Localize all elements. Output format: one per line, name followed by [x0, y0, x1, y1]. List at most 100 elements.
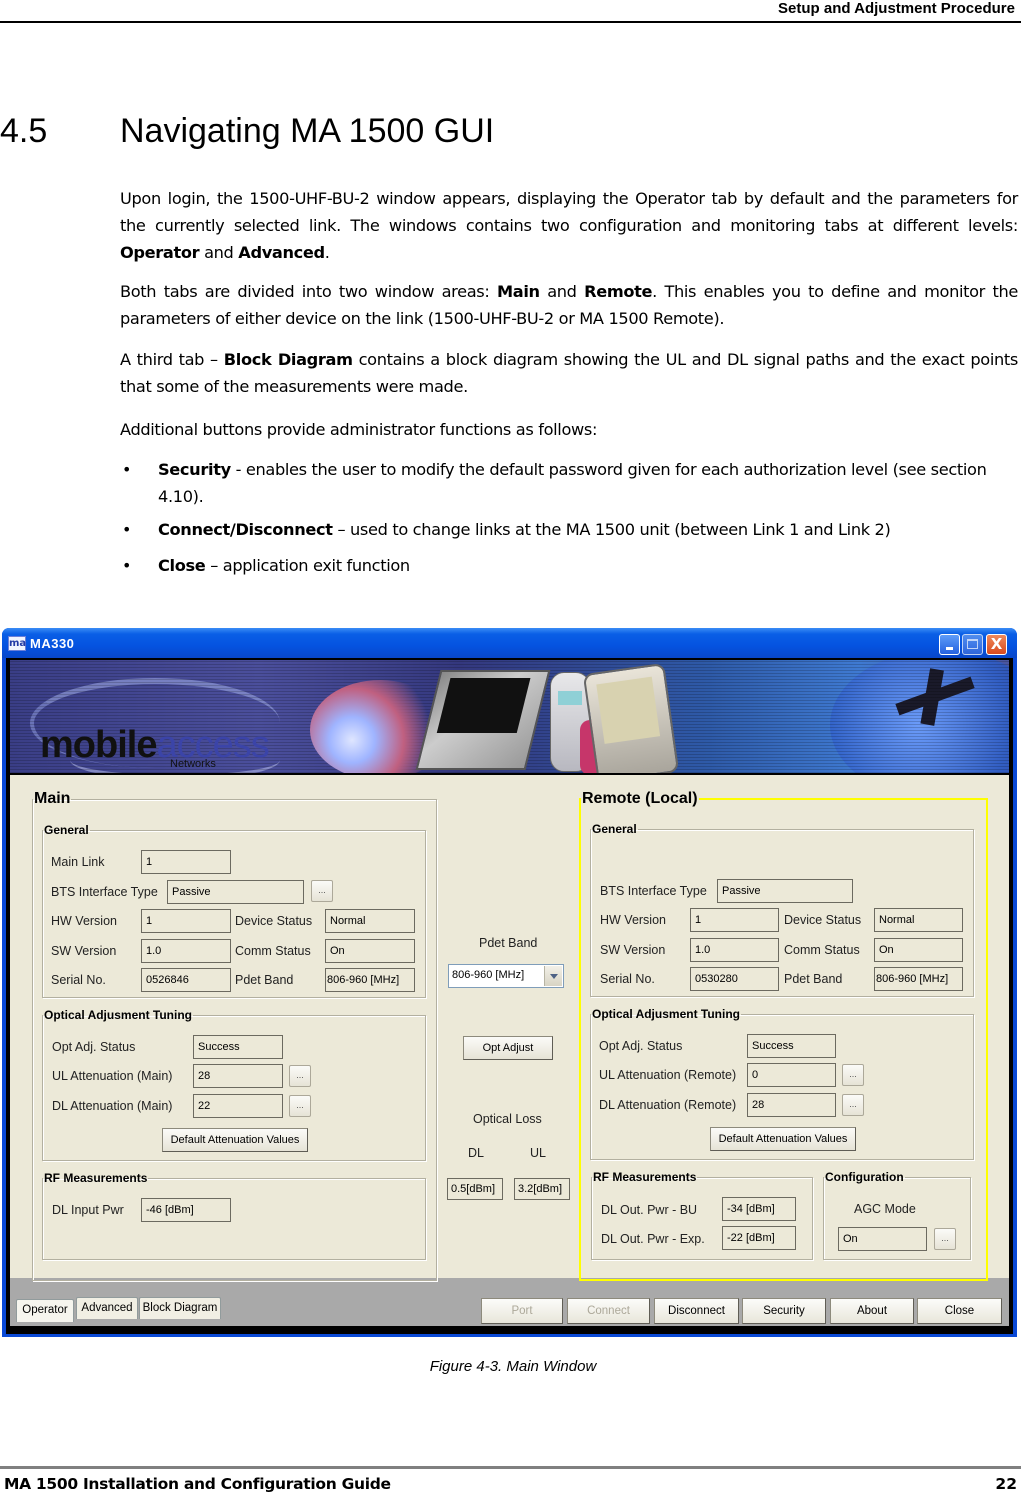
- comm-status-label: Comm Status: [235, 944, 311, 958]
- general-legend: General: [44, 823, 89, 837]
- bts-interface-label: BTS Interface Type: [51, 885, 158, 899]
- running-header: Setup and Adjustment Procedure: [778, 0, 1015, 17]
- paragraph-admin: Additional buttons provide administrator…: [120, 420, 598, 439]
- laptop-image: [415, 670, 551, 770]
- rf-legend: RF Measurements: [44, 1171, 148, 1185]
- text-run: .: [324, 243, 330, 262]
- paragraph-block-diagram: A third tab – Block Diagram contains a b…: [120, 346, 1018, 400]
- dl-attenuation-main-edit-button[interactable]: ...: [289, 1095, 311, 1117]
- optical-loss-ul-field: 3.2[dBm]: [514, 1178, 570, 1200]
- device-status-label: Device Status: [235, 914, 313, 928]
- remote-legend: Remote (Local): [582, 790, 698, 807]
- bullet-item: Close – application exit function: [120, 552, 1000, 579]
- tab-block-diagram[interactable]: Block Diagram: [139, 1297, 221, 1319]
- text-run: and: [199, 243, 239, 262]
- tab-operator[interactable]: Operator: [16, 1299, 74, 1322]
- remote-serial-number-label: Serial No.: [600, 972, 655, 986]
- tab-advanced[interactable]: Advanced: [76, 1297, 138, 1319]
- header-rule: [0, 21, 1021, 23]
- chevron-down-icon[interactable]: [544, 966, 562, 986]
- pdet-band-dropdown[interactable]: 806-960 [MHz]: [448, 964, 564, 988]
- hw-version-field: 1: [141, 909, 231, 933]
- bullet-term: Connect/Disconnect: [158, 520, 333, 539]
- opt-adjust-button[interactable]: Opt Adjust: [463, 1036, 553, 1060]
- ul-attenuation-remote-edit-button[interactable]: ...: [842, 1064, 864, 1086]
- about-button[interactable]: About: [830, 1298, 914, 1324]
- remote-pdet-band-field: 806-960 [MHz]: [874, 967, 963, 991]
- maximize-button[interactable]: [962, 634, 983, 655]
- bold-term: Block Diagram: [223, 350, 353, 369]
- optical-legend: Optical Adjusment Tuning: [592, 1007, 740, 1021]
- opt-adj-status-field: Success: [193, 1035, 283, 1059]
- hw-version-label: HW Version: [51, 914, 117, 928]
- dl-input-pwr-field: -46 [dBm]: [141, 1198, 231, 1222]
- ul-attenuation-main-label: UL Attenuation (Main): [52, 1069, 173, 1083]
- disconnect-button[interactable]: Disconnect: [654, 1298, 739, 1324]
- app-icon: ma: [8, 636, 27, 651]
- rf-legend: RF Measurements: [593, 1170, 697, 1184]
- text-run: Upon login, the 1500-UHF-BU-2 window app…: [120, 189, 1018, 235]
- logo-text: mobile: [40, 724, 157, 766]
- config-legend: Configuration: [825, 1170, 904, 1184]
- close-button[interactable]: Close: [917, 1298, 1002, 1324]
- footer-title: MA 1500 Installation and Configuration G…: [4, 1475, 391, 1493]
- dl-input-pwr-label: DL Input Pwr: [52, 1203, 124, 1217]
- section-title: 4.5 Navigating MA 1500 GUI: [0, 112, 494, 151]
- remote-bts-interface-label: BTS Interface Type: [600, 884, 707, 898]
- agc-mode-edit-button[interactable]: ...: [934, 1228, 956, 1250]
- main-default-attenuation-button[interactable]: Default Attenuation Values: [162, 1128, 308, 1152]
- close-window-button[interactable]: X: [986, 634, 1007, 655]
- bullet-term: Security: [158, 460, 231, 479]
- ul-attenuation-main-edit-button[interactable]: ...: [289, 1065, 311, 1087]
- remote-default-attenuation-button[interactable]: Default Attenuation Values: [710, 1127, 856, 1151]
- pdet-band-selected: 806-960 [MHz]: [452, 969, 525, 981]
- remote-sw-version-label: SW Version: [600, 943, 666, 957]
- bullet-list: Security - enables the user to modify th…: [120, 456, 1000, 587]
- sw-version-field: 1.0: [141, 939, 231, 963]
- remote-sw-version-field: 1.0: [690, 938, 779, 962]
- text-run: and: [539, 282, 585, 301]
- logo-subtitle: Networks: [170, 758, 216, 770]
- bold-term: Operator: [120, 243, 200, 262]
- remote-comm-status-field: On: [874, 938, 963, 962]
- bullet-item: Security - enables the user to modify th…: [120, 456, 1000, 510]
- title-bar[interactable]: ma MA330 X: [2, 628, 1017, 658]
- connect-button[interactable]: Connect: [567, 1298, 650, 1324]
- paragraph-intro: Upon login, the 1500-UHF-BU-2 window app…: [120, 185, 1018, 266]
- remote-hw-version-label: HW Version: [600, 913, 666, 927]
- mobileaccess-logo: mobileaccess: [40, 724, 270, 767]
- optical-legend: Optical Adjusment Tuning: [44, 1008, 192, 1022]
- globe-image: [830, 660, 1009, 773]
- footer-rule: [0, 1466, 1021, 1469]
- dl-attenuation-main-label: DL Attenuation (Main): [52, 1099, 173, 1113]
- banner-image: mobileaccess Networks: [10, 660, 1009, 773]
- remote-bts-interface-field: Passive: [717, 879, 853, 903]
- port-button[interactable]: Port: [481, 1298, 563, 1324]
- bullet-text: - enables the user to modify the default…: [158, 460, 987, 506]
- remote-opt-adj-status-label: Opt Adj. Status: [599, 1039, 683, 1053]
- bullet-text: – application exit function: [205, 556, 410, 575]
- bts-interface-edit-button[interactable]: ...: [311, 880, 333, 902]
- opt-adj-status-label: Opt Adj. Status: [52, 1040, 136, 1054]
- minimize-button[interactable]: [939, 634, 960, 655]
- remote-pdet-band-label: Pdet Band: [784, 972, 843, 986]
- text-run: Both tabs are divided into two window ar…: [120, 282, 497, 301]
- bullet-item: Connect/Disconnect – used to change link…: [120, 518, 1000, 542]
- dl-attenuation-remote-edit-button[interactable]: ...: [842, 1094, 864, 1116]
- airplane-image: [895, 676, 975, 716]
- optical-loss-label: Optical Loss: [473, 1112, 542, 1126]
- security-button[interactable]: Security: [742, 1298, 826, 1324]
- agc-mode-field: On: [838, 1227, 927, 1251]
- dl-out-pwr-exp-label: DL Out. Pwr - Exp.: [601, 1232, 705, 1246]
- dl-attenuation-remote-label: DL Attenuation (Remote): [599, 1098, 737, 1112]
- pda-image: [582, 662, 680, 773]
- dl-attenuation-main-field: 22: [193, 1094, 283, 1118]
- main-link-label: Main Link: [51, 855, 105, 869]
- remote-serial-number-field: 0530280: [690, 967, 779, 991]
- agc-mode-label: AGC Mode: [854, 1202, 916, 1216]
- optical-loss-ul-label: UL: [530, 1146, 546, 1160]
- paragraph-areas: Both tabs are divided into two window ar…: [120, 278, 1018, 332]
- bullet-term: Close: [158, 556, 206, 575]
- close-icon: X: [990, 635, 1003, 653]
- dl-out-pwr-bu-label: DL Out. Pwr - BU: [601, 1203, 698, 1217]
